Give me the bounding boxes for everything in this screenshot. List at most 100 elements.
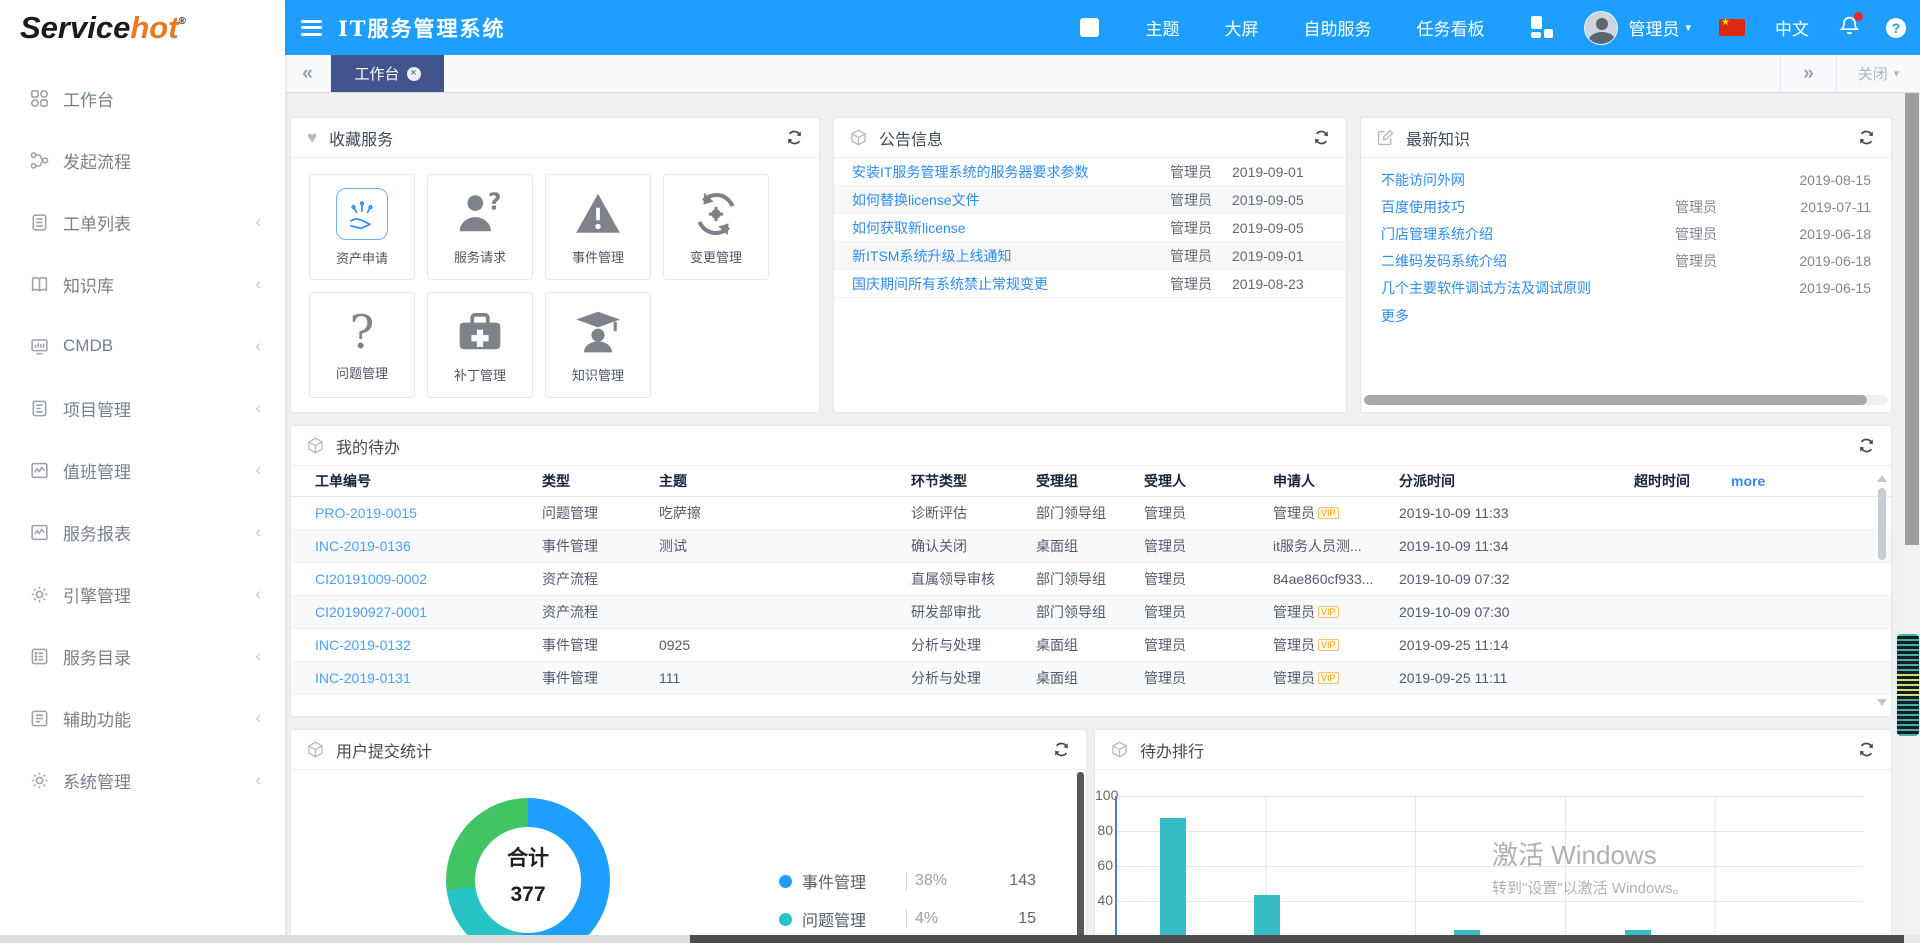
- sidebar-item-workbench[interactable]: 工作台: [0, 67, 285, 129]
- service-tile-incident-mgmt[interactable]: 事件管理: [545, 174, 651, 280]
- column-header[interactable]: 工单编号: [315, 471, 542, 491]
- tab-close-icon[interactable]: ×: [407, 67, 421, 81]
- service-tile-knowledge-mgmt[interactable]: 知识管理: [545, 292, 651, 398]
- avatar[interactable]: [1584, 11, 1618, 45]
- sidebar-item-start-process[interactable]: 发起流程: [0, 129, 285, 191]
- announcement-row: 如何获取新license 管理员 2019-09-05: [834, 214, 1346, 242]
- sidebar-item-ticket-list[interactable]: 工单列表 ‹: [0, 191, 285, 253]
- ticket-applicant: 84ae860cf933...: [1273, 571, 1399, 587]
- knowledge-author: 管理员: [1675, 224, 1775, 244]
- column-header[interactable]: 超时时间: [1634, 471, 1731, 491]
- toolbox-icon: [455, 307, 505, 357]
- sidebar-item-system-mgmt[interactable]: 系统管理 ‹: [0, 749, 285, 811]
- announcement-link[interactable]: 如何替换license文件: [852, 190, 1170, 210]
- panel-title: 用户提交统计: [336, 738, 432, 762]
- refresh-icon[interactable]: [1313, 129, 1330, 146]
- service-tile-service-request[interactable]: ? 服务请求: [427, 174, 533, 280]
- fullscreen-icon[interactable]: [1080, 18, 1099, 37]
- scrollbar-thumb[interactable]: [1364, 395, 1867, 405]
- ticket-id-link[interactable]: PRO-2019-0015: [315, 505, 542, 521]
- ticket-id-link[interactable]: CI20191009-0002: [315, 571, 542, 587]
- service-tile-patch-mgmt[interactable]: 补丁管理: [427, 292, 533, 398]
- sidebar-item-knowledge-base[interactable]: 知识库 ‹: [0, 253, 285, 315]
- nav-theme[interactable]: 主题: [1145, 15, 1179, 40]
- nav-big-screen[interactable]: 大屏: [1224, 15, 1258, 40]
- service-tile-change-mgmt[interactable]: 变更管理: [663, 174, 769, 280]
- nav-task-board[interactable]: 任务看板: [1416, 15, 1484, 40]
- scrollbar-thumb[interactable]: [1905, 93, 1919, 545]
- sidebar-item-aux-functions[interactable]: 辅助功能 ‹: [0, 687, 285, 749]
- ticket-id-link[interactable]: INC-2019-0132: [315, 637, 542, 653]
- flag-icon[interactable]: ★: [1719, 19, 1745, 36]
- sidebar-menu: 工作台 发起流程 工单列表 ‹ 知识库 ‹ CMDB ‹ 项目管理 ‹ 值班: [0, 55, 285, 811]
- brand-logo[interactable]: Servicehot®: [0, 0, 285, 55]
- system-gear-icon: [30, 771, 49, 790]
- sidebar-item-duty-mgmt[interactable]: 值班管理 ‹: [0, 439, 285, 501]
- ticket-id-link[interactable]: INC-2019-0136: [315, 538, 542, 554]
- sidebar-item-service-report[interactable]: 服务报表 ‹: [0, 501, 285, 563]
- column-header[interactable]: 分派时间: [1399, 471, 1634, 491]
- tabs-scroll-right-button[interactable]: »: [1780, 55, 1836, 92]
- announcement-link[interactable]: 安装IT服务管理系统的服务器要求参数: [852, 162, 1170, 182]
- sidebar-item-project-mgmt[interactable]: 项目管理 ‹: [0, 377, 285, 439]
- close-tabs-dropdown[interactable]: 关闭 ▾: [1836, 55, 1920, 92]
- ticket-id-link[interactable]: CI20190927-0001: [315, 604, 542, 620]
- announcement-date: 2019-09-05: [1232, 220, 1328, 236]
- tab-workbench[interactable]: 工作台 ×: [331, 55, 444, 92]
- column-header[interactable]: 受理组: [1036, 471, 1144, 491]
- announcement-link[interactable]: 新ITSM系统升级上线通知: [852, 246, 1170, 266]
- ticket-applicant: it服务人员测...: [1273, 536, 1399, 556]
- rank-bar[interactable]: [1160, 818, 1186, 943]
- panel-scrollbar-thumb[interactable]: [1077, 772, 1084, 940]
- sidebar-item-engine-mgmt[interactable]: 引擎管理 ‹: [0, 563, 285, 625]
- user-menu[interactable]: 管理员: [1628, 15, 1679, 40]
- refresh-icon[interactable]: [786, 129, 803, 146]
- refresh-icon[interactable]: [1858, 129, 1875, 146]
- service-tile-problem-mgmt[interactable]: ? 问题管理: [309, 292, 415, 398]
- column-header[interactable]: 环节类型: [911, 471, 1036, 491]
- legend-item[interactable]: 事件管理 38% 143: [779, 862, 1036, 900]
- help-icon[interactable]: ?: [1886, 18, 1906, 38]
- project-icon: [30, 399, 49, 418]
- scroll-up-icon[interactable]: [1877, 470, 1887, 482]
- todos-more-link[interactable]: more: [1731, 473, 1861, 489]
- column-header[interactable]: 主题: [659, 471, 911, 491]
- ticket-assignee: 管理员: [1144, 503, 1273, 523]
- refresh-icon[interactable]: [1858, 741, 1875, 758]
- refresh-icon[interactable]: [1053, 741, 1070, 758]
- knowledge-link[interactable]: 门店管理系统介绍: [1381, 224, 1675, 244]
- duty-chart-icon: [30, 461, 49, 480]
- ticket-id-link[interactable]: INC-2019-0131: [315, 670, 542, 686]
- bell-icon[interactable]: [1839, 15, 1860, 41]
- legend-item[interactable]: 问题管理 4% 15: [779, 900, 1036, 938]
- scrollbar-thumb[interactable]: [1878, 488, 1886, 560]
- tabs-scroll-left-button[interactable]: «: [285, 55, 331, 92]
- sidebar-item-cmdb[interactable]: CMDB ‹: [0, 315, 285, 377]
- ticket-applicant: 管理员VIP: [1273, 602, 1399, 622]
- chevron-left-icon: ‹: [255, 646, 261, 666]
- sidebar-item-label: 服务目录: [63, 644, 131, 669]
- ticket-step: 直属领导审核: [911, 569, 1036, 589]
- knowledge-link[interactable]: 二维码发码系统介绍: [1381, 251, 1675, 271]
- announcement-link[interactable]: 如何获取新license: [852, 218, 1170, 238]
- sidebar-item-label: 工单列表: [63, 210, 131, 235]
- column-header[interactable]: 类型: [542, 471, 659, 491]
- column-header[interactable]: 受理人: [1144, 471, 1273, 491]
- widgets-icon[interactable]: [1529, 16, 1554, 40]
- announcement-link[interactable]: 国庆期间所有系统禁止常规变更: [852, 274, 1170, 294]
- knowledge-link[interactable]: 不能访问外网: [1381, 170, 1675, 190]
- nav-self-service[interactable]: 自助服务: [1303, 15, 1371, 40]
- knowledge-more-link[interactable]: 更多: [1361, 301, 1429, 331]
- knowledge-link[interactable]: 几个主要软件调试方法及调试原则: [1381, 278, 1675, 298]
- scroll-down-icon[interactable]: [1877, 699, 1887, 711]
- refresh-icon[interactable]: [1858, 437, 1875, 454]
- side-widget[interactable]: [1897, 634, 1919, 736]
- language-switcher[interactable]: 中文: [1775, 15, 1809, 40]
- knowledge-link[interactable]: 百度使用技巧: [1381, 197, 1675, 217]
- ticket-dispatch-time: 2019-09-25 11:11: [1399, 670, 1634, 686]
- hamburger-icon[interactable]: [301, 16, 322, 39]
- column-header[interactable]: 申请人: [1273, 471, 1399, 491]
- sidebar-item-service-catalog[interactable]: 服务目录 ‹: [0, 625, 285, 687]
- scrollbar-thumb[interactable]: [690, 935, 1904, 943]
- service-tile-asset-request[interactable]: 资产申请: [309, 174, 415, 280]
